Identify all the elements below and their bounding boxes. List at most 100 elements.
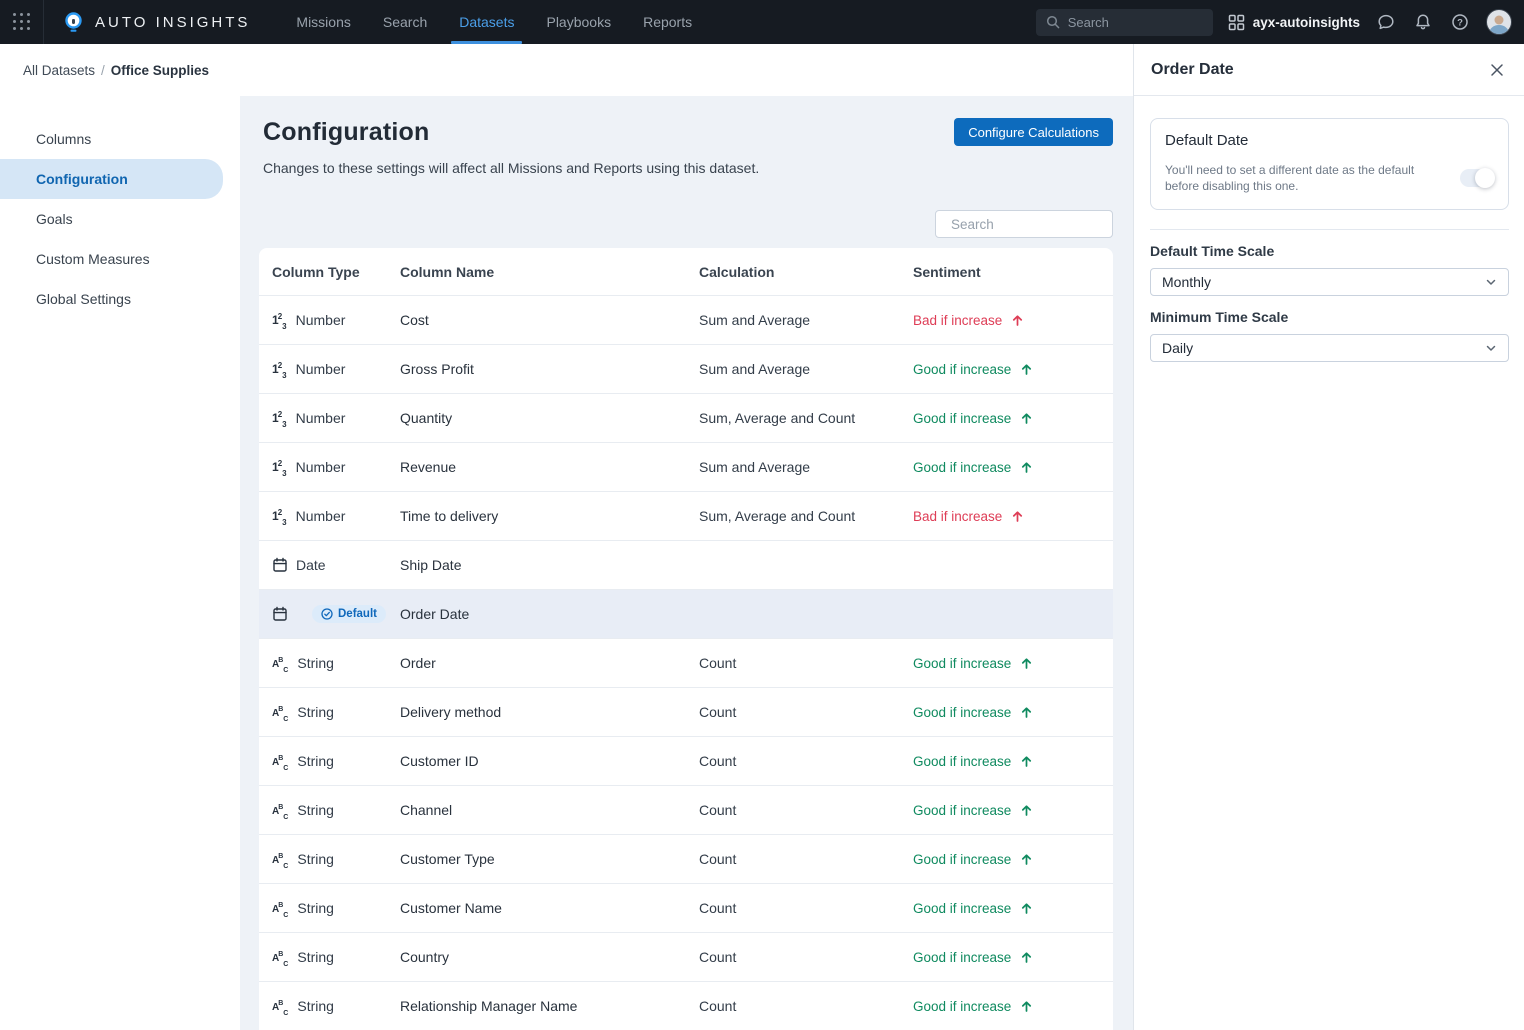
nav-item-playbooks[interactable]: Playbooks [530, 0, 627, 44]
sidebar-item-columns[interactable]: Columns [0, 119, 223, 159]
table-body: 123 ABC Number Cost Sum and Average Bad … [259, 295, 1113, 1030]
header-column-type: Column Type [272, 264, 400, 280]
column-name: Gross Profit [400, 361, 699, 377]
header-calculation: Calculation [699, 264, 913, 280]
column-type-label: Number [296, 410, 346, 426]
table-row[interactable]: 123 ABC String Customer Type Count Good … [259, 834, 1113, 883]
table-row[interactable]: 123 ABC String Relationship Manager Name… [259, 981, 1113, 1030]
column-type-label: String [297, 949, 334, 965]
column-calculation: Count [699, 802, 913, 818]
nav-item-missions[interactable]: Missions [280, 0, 366, 44]
global-search-placeholder: Search [1068, 15, 1109, 30]
table-search-input[interactable] [951, 217, 1128, 232]
minimum-time-scale-select[interactable]: Daily [1150, 334, 1509, 362]
sentiment-value[interactable]: Bad if increase [913, 509, 1113, 524]
default-time-scale-select[interactable]: Monthly [1150, 268, 1509, 296]
default-date-card: Default Date You'll need to set a differ… [1150, 118, 1509, 210]
top-navbar: AUTO INSIGHTS MissionsSearchDatasetsPlay… [0, 0, 1524, 44]
default-date-toggle[interactable] [1460, 169, 1494, 187]
auto-insights-logo-icon [62, 11, 85, 34]
sidebar-item-custom-measures[interactable]: Custom Measures [0, 239, 223, 279]
column-calculation: Count [699, 851, 913, 867]
global-search-input[interactable]: Search [1036, 9, 1213, 36]
chevron-down-icon [1485, 342, 1497, 354]
workspace-grid-icon [1228, 14, 1245, 31]
column-calculation: Sum and Average [699, 459, 913, 475]
nav-item-search[interactable]: Search [367, 0, 443, 44]
date-type-icon [272, 557, 288, 573]
column-type-cell: 123 ABC String [272, 703, 400, 722]
header-column-name: Column Name [400, 264, 699, 280]
column-name: Customer Type [400, 851, 699, 867]
table-row[interactable]: 123 ABC String Customer ID Count Good if… [259, 736, 1113, 785]
main-content: Configuration Changes to these settings … [240, 96, 1133, 1030]
column-type-cell: 123 ABC String [272, 899, 400, 918]
nav-item-datasets[interactable]: Datasets [443, 0, 530, 44]
table-row[interactable]: 123 ABC Date Ship Date [259, 540, 1113, 589]
table-row[interactable]: 123 ABC String Delivery method Count Goo… [259, 687, 1113, 736]
sentiment-value[interactable]: Good if increase [913, 950, 1113, 965]
chat-icon[interactable] [1375, 11, 1397, 33]
default-time-scale-value: Monthly [1162, 274, 1211, 290]
default-date-title: Default Date [1165, 132, 1494, 149]
sidebar-item-goals[interactable]: Goals [0, 199, 223, 239]
column-type-cell: 123 ABC Number [272, 360, 400, 379]
column-type-label: String [297, 655, 334, 671]
breadcrumb: All Datasets / Office Supplies [23, 63, 209, 78]
close-icon[interactable] [1487, 60, 1507, 80]
help-icon[interactable]: ? [1449, 11, 1471, 33]
table-row[interactable]: 123 ABC Number Quantity Sum, Average and… [259, 393, 1113, 442]
sentiment-value[interactable]: Good if increase [913, 460, 1113, 475]
table-row[interactable]: 123 ABC Default Order Date [259, 589, 1113, 638]
sentiment-value[interactable]: Bad if increase [913, 313, 1113, 328]
column-calculation: Count [699, 900, 913, 916]
table-row[interactable]: 123 ABC Number Revenue Sum and Average G… [259, 442, 1113, 491]
table-row[interactable]: 123 ABC Number Time to delivery Sum, Ave… [259, 491, 1113, 540]
sentiment-value[interactable]: Good if increase [913, 901, 1113, 916]
column-calculation: Sum and Average [699, 312, 913, 328]
arrow-up-icon [1020, 461, 1033, 474]
notifications-bell-icon[interactable] [1412, 11, 1434, 33]
column-calculation: Sum and Average [699, 361, 913, 377]
column-type-cell: 123 ABC String [272, 997, 400, 1016]
app-grid-button[interactable] [0, 0, 44, 44]
arrow-up-icon [1020, 902, 1033, 915]
table-row[interactable]: 123 ABC String Customer Name Count Good … [259, 883, 1113, 932]
sentiment-value[interactable]: Good if increase [913, 362, 1113, 377]
column-type-label: String [297, 851, 334, 867]
sentiment-value[interactable]: Good if increase [913, 999, 1113, 1014]
sidebar-item-global-settings[interactable]: Global Settings [0, 279, 223, 319]
column-type-cell: 123 ABC String [272, 948, 400, 967]
breadcrumb-current: Office Supplies [111, 63, 209, 78]
sentiment-value[interactable]: Good if increase [913, 754, 1113, 769]
sentiment-value[interactable]: Good if increase [913, 705, 1113, 720]
search-icon [1046, 15, 1060, 29]
table-row[interactable]: 123 ABC String Order Count Good if incre… [259, 638, 1113, 687]
configure-calculations-button[interactable]: Configure Calculations [954, 118, 1113, 146]
sentiment-value[interactable]: Good if increase [913, 803, 1113, 818]
column-name: Channel [400, 802, 699, 818]
sentiment-value[interactable]: Good if increase [913, 656, 1113, 671]
string-type-icon: ABC [272, 948, 289, 967]
column-calculation: Count [699, 998, 913, 1014]
sentiment-value[interactable]: Good if increase [913, 852, 1113, 867]
sidebar-item-configuration[interactable]: Configuration [0, 159, 223, 199]
table-row[interactable]: 123 ABC String Country Count Good if inc… [259, 932, 1113, 981]
column-calculation: Count [699, 949, 913, 965]
arrow-up-icon [1020, 804, 1033, 817]
table-row[interactable]: 123 ABC String Channel Count Good if inc… [259, 785, 1113, 834]
table-row[interactable]: 123 ABC Number Gross Profit Sum and Aver… [259, 344, 1113, 393]
column-type-cell: 123 ABC String [272, 801, 400, 820]
workspace-switcher[interactable]: ayx-autoinsights [1228, 14, 1360, 31]
nav-item-reports[interactable]: Reports [627, 0, 708, 44]
columns-table: Column Type Column Name Calculation Sent… [259, 248, 1113, 1030]
table-search[interactable] [935, 210, 1113, 238]
user-avatar[interactable] [1486, 9, 1512, 35]
brand[interactable]: AUTO INSIGHTS [44, 0, 264, 44]
number-type-icon: 123 [272, 360, 288, 379]
breadcrumb-all-datasets[interactable]: All Datasets [23, 63, 95, 78]
sentiment-value[interactable]: Good if increase [913, 411, 1113, 426]
table-row[interactable]: 123 ABC Number Cost Sum and Average Bad … [259, 295, 1113, 344]
arrow-up-icon [1020, 1000, 1033, 1013]
primary-nav: MissionsSearchDatasetsPlaybooksReports [280, 0, 708, 44]
